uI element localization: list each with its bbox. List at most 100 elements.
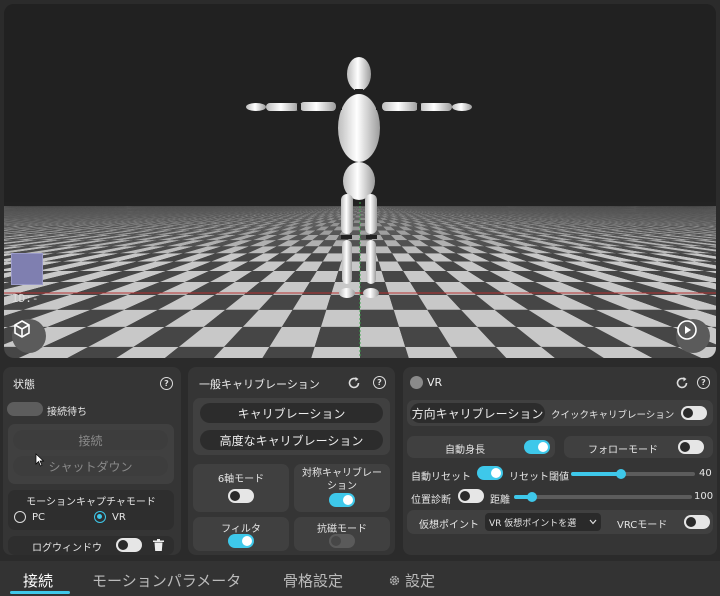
floor-tile — [360, 208, 363, 210]
symmetric-label: 対称キャリブレーション — [302, 468, 382, 492]
distance-label: 距離 — [490, 495, 510, 506]
tab-settings-label: 設定 — [405, 572, 436, 590]
quick-calibration-toggle[interactable] — [681, 406, 707, 420]
device-color-swatch — [11, 253, 43, 285]
reload-icon[interactable] — [347, 376, 361, 390]
reset-threshold-slider-thumb[interactable] — [615, 469, 626, 479]
auto-reset-toggle[interactable] — [477, 466, 503, 480]
floor-tile — [360, 346, 409, 358]
mode-pc-radio[interactable] — [14, 511, 26, 523]
floor-tile — [352, 223, 360, 227]
mode-vr-radio[interactable] — [94, 511, 106, 523]
play-icon — [677, 320, 697, 340]
mocap-mode-box: モーションキャプチャモード PC VR — [8, 490, 174, 530]
floor-tile — [354, 217, 360, 221]
six-axis-card: 6軸モード — [193, 464, 289, 512]
virtual-point-select-value: VR 仮想ポイントを選 — [489, 518, 577, 529]
gear-icon — [389, 575, 400, 586]
reset-threshold-slider-fill — [571, 472, 621, 476]
reset-threshold-label: リセット閾値 — [509, 472, 569, 483]
floor-tile — [360, 309, 400, 327]
antimagnetic-label: 抗磁モード — [317, 524, 367, 535]
calibration-actions-box: キャリブレーション 高度なキャリブレーション — [193, 398, 390, 455]
position-diagnosis-toggle[interactable] — [458, 489, 484, 503]
vrc-mode-label: VRCモード — [617, 520, 668, 531]
symmetric-toggle[interactable] — [329, 493, 355, 507]
play-button[interactable] — [676, 319, 710, 353]
distance-slider-thumb[interactable] — [526, 492, 537, 502]
tab-connection[interactable]: 接続 — [23, 570, 53, 591]
follow-mode-label: フォローモード — [588, 445, 658, 456]
vr-status-dot — [410, 376, 423, 389]
connection-status-text: 接続待ち — [47, 407, 87, 418]
help-icon[interactable]: ? — [160, 377, 173, 390]
floor-tile — [356, 212, 360, 214]
antimagnetic-toggle[interactable] — [329, 534, 355, 548]
connection-actions-box: 接続 シャットダウン — [8, 424, 174, 484]
3d-viewport[interactable]: ID:- — [4, 4, 716, 358]
floor-tile — [360, 213, 365, 216]
mode-vr-label: VR — [112, 512, 126, 523]
auto-height-toggle[interactable] — [524, 440, 550, 454]
floor-tile — [360, 294, 394, 310]
virtual-point-select[interactable]: VR 仮想ポイントを選 — [485, 513, 601, 531]
floor-tile — [357, 208, 360, 210]
log-window-row: ログウィンドウ — [8, 536, 174, 555]
symmetric-card: 対称キャリブレーション — [294, 464, 390, 512]
help-icon[interactable]: ? — [697, 376, 710, 389]
device-id-label: ID:- — [12, 292, 39, 305]
six-axis-label: 6軸モード — [217, 474, 265, 485]
floor-tile — [314, 326, 360, 347]
connection-status-indicator — [7, 402, 43, 416]
bottom-tab-bar: 接続 モーションパラメータ 骨格設定 設定 — [0, 561, 720, 596]
vr-panel-title: VR — [427, 376, 443, 389]
view-cube-button[interactable] — [12, 319, 46, 353]
virtual-point-row: 仮想ポイント VR 仮想ポイントを選 VRCモード — [407, 510, 713, 534]
help-icon[interactable]: ? — [373, 376, 386, 389]
calibration-panel: 一般キャリブレーション ? キャリブレーション 高度なキャリブレーション 6軸モ… — [188, 367, 395, 555]
log-window-label: ログウィンドウ — [32, 543, 102, 554]
tab-motion-parameters[interactable]: モーションパラメータ — [92, 570, 241, 591]
advanced-calibration-button[interactable]: 高度なキャリブレーション — [200, 430, 383, 450]
direction-calibration-button[interactable]: 方向キャリブレーション — [410, 403, 545, 423]
reload-icon[interactable] — [675, 376, 689, 390]
floor-tile — [360, 215, 365, 218]
tab-settings[interactable]: 設定 — [388, 570, 435, 591]
six-axis-toggle[interactable] — [228, 489, 254, 503]
active-tab-indicator — [10, 591, 70, 594]
mouse-cursor-icon — [35, 453, 45, 467]
filter-toggle[interactable] — [228, 534, 254, 548]
auto-reset-label: 自動リセット — [411, 472, 471, 483]
floor-tile — [320, 309, 360, 327]
auto-height-row: 自動身長 — [407, 436, 555, 458]
virtual-point-label: 仮想ポイント — [419, 520, 479, 531]
auto-height-label: 自動身長 — [445, 445, 485, 456]
cube-icon — [14, 320, 30, 338]
mocap-mode-label: モーションキャプチャモード — [26, 497, 156, 508]
log-window-toggle[interactable] — [116, 538, 142, 552]
filter-card: フィルタ — [193, 517, 289, 551]
status-panel-title: 状態 — [13, 378, 35, 391]
status-panel: 状態 ? 接続待ち 接続 シャットダウン モーションキャプチャモード PC VR… — [3, 367, 181, 555]
reset-threshold-slider[interactable] — [571, 469, 695, 479]
vrc-mode-toggle[interactable] — [684, 515, 710, 529]
position-diagnosis-label: 位置診断 — [411, 495, 451, 506]
floor-tile — [360, 212, 364, 214]
antimagnetic-card: 抗磁モード — [294, 517, 390, 551]
scene-canvas — [4, 4, 716, 358]
filter-label: フィルタ — [221, 524, 261, 535]
calibration-panel-title: 一般キャリブレーション — [199, 378, 320, 391]
calibration-button[interactable]: キャリブレーション — [200, 403, 383, 423]
floor-tile — [353, 220, 360, 224]
vr-panel: VR ? 方向キャリブレーション クイックキャリブレーション 自動身長 フォロー… — [403, 367, 717, 555]
distance-slider[interactable] — [514, 492, 692, 502]
quick-calibration-label: クイックキャリブレーション — [551, 410, 675, 421]
trash-icon[interactable] — [153, 539, 164, 551]
floor-tile — [355, 213, 360, 216]
floor-tile — [311, 346, 360, 358]
distance-value: 100 — [694, 491, 714, 502]
vr-calibration-row: 方向キャリブレーション クイックキャリブレーション — [407, 400, 713, 426]
connect-button[interactable]: 接続 — [13, 430, 168, 450]
follow-mode-toggle[interactable] — [678, 440, 704, 454]
tab-skeleton-settings[interactable]: 骨格設定 — [283, 570, 343, 591]
